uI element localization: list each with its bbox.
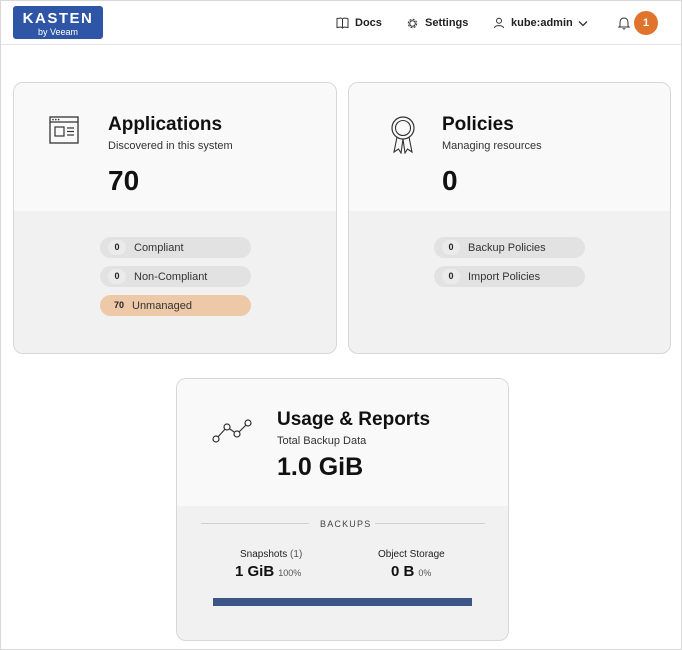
kasten-logo[interactable]: KASTEN by Veeam — [13, 6, 103, 39]
applications-card[interactable]: Applications Discovered in this system 7… — [13, 82, 337, 354]
book-icon — [336, 17, 349, 29]
applications-count: 70 — [108, 165, 140, 196]
backups-section-label: BACKUPS — [320, 519, 372, 529]
chevron-down-icon — [578, 20, 588, 26]
user-icon — [494, 17, 504, 29]
usage-progress-bar — [213, 598, 472, 606]
user-menu[interactable]: kube:admin — [493, 14, 588, 32]
object-storage-value: 0 B 0% — [391, 563, 431, 580]
award-ribbon-icon — [391, 116, 415, 154]
usage-reports-card[interactable]: Usage & Reports Total Backup Data 1.0 Gi… — [176, 378, 509, 641]
snapshots-count: (1) — [290, 549, 303, 560]
compliant-pill[interactable]: 0 Compliant — [100, 237, 251, 258]
usage-title: Usage & Reports — [277, 409, 431, 430]
non-compliant-count: 0 — [108, 269, 126, 284]
unmanaged-label: Unmanaged — [132, 299, 192, 312]
unmanaged-pill[interactable]: 70 Unmanaged — [100, 295, 251, 316]
usage-total: 1.0 GiB — [277, 453, 364, 481]
applications-title: Applications — [108, 114, 223, 135]
settings-link[interactable]: Settings — [406, 14, 468, 32]
object-storage-size: 0 B — [391, 563, 415, 580]
policies-card[interactable]: Policies Managing resources 0 0 Backup P… — [348, 82, 671, 354]
user-label: kube:admin — [511, 17, 573, 29]
snapshots-size: 1 GiB — [235, 563, 275, 580]
backups-divider-left — [201, 523, 309, 524]
window-icon — [49, 116, 79, 144]
docs-label: Docs — [355, 17, 382, 29]
import-policies-count: 0 — [442, 269, 460, 284]
policies-title: Policies — [442, 114, 514, 135]
bell-icon[interactable] — [618, 16, 630, 30]
snapshots-percent: 100% — [278, 568, 302, 578]
settings-label: Settings — [425, 17, 469, 29]
compliant-label: Compliant — [134, 241, 184, 254]
import-policies-pill[interactable]: 0 Import Policies — [434, 266, 585, 287]
docs-link[interactable]: Docs — [336, 14, 382, 32]
usage-progress-fill — [213, 598, 472, 606]
object-storage-percent: 0% — [418, 568, 432, 578]
snapshots-value: 1 GiB 100% — [235, 563, 301, 580]
non-compliant-pill[interactable]: 0 Non-Compliant — [100, 266, 251, 287]
snapshots-label-text: Snapshots — [240, 549, 288, 560]
compliant-count: 0 — [108, 240, 126, 255]
logo-subtext: by Veeam — [37, 27, 79, 37]
logo-text: KASTEN — [22, 10, 94, 27]
backups-divider-right — [375, 523, 485, 524]
line-graph-icon — [212, 419, 252, 443]
notification-badge[interactable]: 1 — [634, 11, 658, 35]
backup-policies-pill[interactable]: 0 Backup Policies — [434, 237, 585, 258]
applications-subtitle: Discovered in this system — [108, 140, 233, 152]
backup-policies-label: Backup Policies — [468, 241, 546, 254]
unmanaged-count: 70 — [113, 300, 124, 310]
import-policies-label: Import Policies — [468, 270, 541, 283]
policies-subtitle: Managing resources — [442, 140, 542, 152]
policies-count: 0 — [442, 165, 458, 196]
non-compliant-label: Non-Compliant — [134, 270, 208, 283]
gear-icon — [407, 18, 418, 28]
snapshots-label: Snapshots (1) — [240, 549, 302, 560]
object-storage-label: Object Storage — [378, 549, 445, 560]
backup-policies-count: 0 — [442, 240, 460, 255]
top-bar: KASTEN by Veeam Docs Settings kube:admin… — [1, 1, 681, 45]
usage-subtitle: Total Backup Data — [277, 435, 367, 447]
